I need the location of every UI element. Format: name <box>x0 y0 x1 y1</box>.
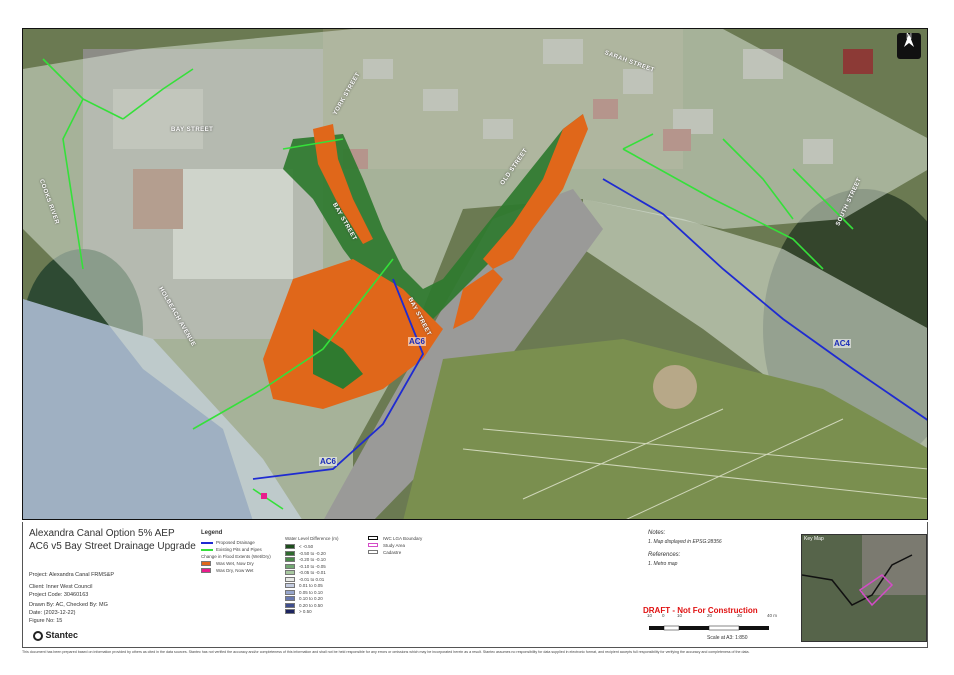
line-label-ac4: AC4 <box>833 339 852 348</box>
legend-wl-swatch <box>285 557 295 562</box>
legend-was-wet-swatch <box>201 561 211 566</box>
legend-wl-swatch <box>285 596 295 601</box>
legend-was-wet: Was Wet, Now Dry <box>216 561 254 566</box>
key-map-label: Key Map <box>804 536 824 542</box>
legend-wl-item: -0.01 to 0.01 <box>299 576 325 582</box>
legend-cadastre: Cadastre <box>383 550 402 555</box>
legend-wl-item: 0.05 to 0.10 <box>299 589 323 595</box>
legend-title: Legend <box>201 530 223 536</box>
map-title: Alexandra Canal Option 5% AEP <box>29 528 175 539</box>
legend-wl-swatch <box>285 589 295 595</box>
disclaimer-text: This document has been prepared based on… <box>22 650 750 654</box>
legend-wl-item: -0.10 to -0.05 <box>299 563 326 569</box>
scale-tick-label: 30 <box>737 613 743 618</box>
stantec-logo-icon <box>33 630 43 641</box>
references-text: 1. Metro map <box>648 561 678 567</box>
legend-wl-item: < -0.50 <box>299 544 314 549</box>
legend-proposed-swatch <box>201 542 213 544</box>
legend-wl-item: -0.20 to -0.10 <box>299 557 326 562</box>
legend-wl-item: -0.05 to -0.01 <box>299 570 326 575</box>
legend-wl-item: -0.50 to -0.20 <box>299 550 326 556</box>
street-label-bay-top: BAY STREET <box>171 127 214 133</box>
title-block: Alexandra Canal Option 5% AEP AC6 v5 Bay… <box>22 522 928 648</box>
legend-wl-swatch <box>285 550 295 556</box>
legend-wl-swatch <box>285 544 295 549</box>
legend-proposed: Proposed Drainage <box>216 540 255 545</box>
legend-wl-swatch <box>285 609 295 614</box>
legend-wl-item: > 0.50 <box>299 609 312 614</box>
info-date: Date: (2023-12-22) <box>29 610 76 616</box>
legend-wl-swatch <box>285 583 295 588</box>
aerial-map-canvas <box>23 29 927 519</box>
map-view[interactable]: YORK STREET BAY STREET SARAH STREET OLD … <box>22 28 928 520</box>
notes-text: 1. Map displayed in EPSG:28356 <box>648 539 722 545</box>
legend-lga-swatch <box>368 536 378 540</box>
info-project: Project: Alexandra Canal FRMS&P <box>29 572 114 578</box>
key-map: Key Map <box>801 534 927 642</box>
legend-wl-header: Water Level Difference (m) <box>285 536 339 541</box>
info-figure: Figure No: 15 <box>29 618 63 624</box>
legend-change-header: Change in Flood Extents (Wet/Dry) <box>201 554 271 559</box>
legend-was-dry: Was Dry, Now Wet <box>216 568 254 573</box>
line-label-ac6-lower: AC6 <box>319 457 338 466</box>
legend-wl-item: 0.20 to 0.50 <box>299 602 323 608</box>
legend-wl-swatch <box>285 602 295 608</box>
scale-ticks: 10 0 10 20 30 40 m <box>647 613 799 619</box>
legend-existing-swatch <box>201 549 213 551</box>
legend-wl-item: 0.01 to 0.05 <box>299 583 323 588</box>
legend-wl-swatch <box>285 563 295 569</box>
legend-wl-swatch <box>285 576 295 582</box>
stantec-logo: Stantec <box>33 630 78 641</box>
north-arrow-icon: N <box>897 33 921 59</box>
legend-was-dry-swatch <box>201 568 211 573</box>
info-drawn: Drawn By: AC, Checked By: MG <box>29 602 108 608</box>
legend-wl-swatch <box>285 570 295 575</box>
notes-heading: Notes: <box>648 530 666 536</box>
scale-tick-label: 40 m <box>767 613 778 618</box>
legend-existing: Existing Pits and Pipes <box>216 547 262 552</box>
scale-tick-label: 0 <box>662 613 665 618</box>
scale-tick-label: 10 <box>677 613 683 618</box>
info-code: Project Code: 30460163 <box>29 592 89 598</box>
legend-cadastre-swatch <box>368 550 378 554</box>
legend-study-swatch <box>368 543 378 547</box>
map-subtitle: AC6 v5 Bay Street Drainage Upgrade <box>29 541 196 552</box>
line-label-ac6-upper: AC6 <box>408 337 427 346</box>
scale-tick-label: 20 <box>707 613 713 618</box>
key-map-graphic <box>802 535 926 641</box>
stantec-logo-text: Stantec <box>45 630 79 640</box>
scale-tick-label: 10 <box>647 613 653 618</box>
legend-wl-item: 0.10 to 0.20 <box>299 596 323 601</box>
legend-lga: IWC LGA Boundary <box>383 536 423 541</box>
legend-study: Study Area <box>383 543 406 548</box>
scale-text: Scale at A3: 1:850 <box>707 635 748 641</box>
info-client: Client: Inner West Council <box>29 584 93 590</box>
references-heading: References: <box>648 552 681 558</box>
